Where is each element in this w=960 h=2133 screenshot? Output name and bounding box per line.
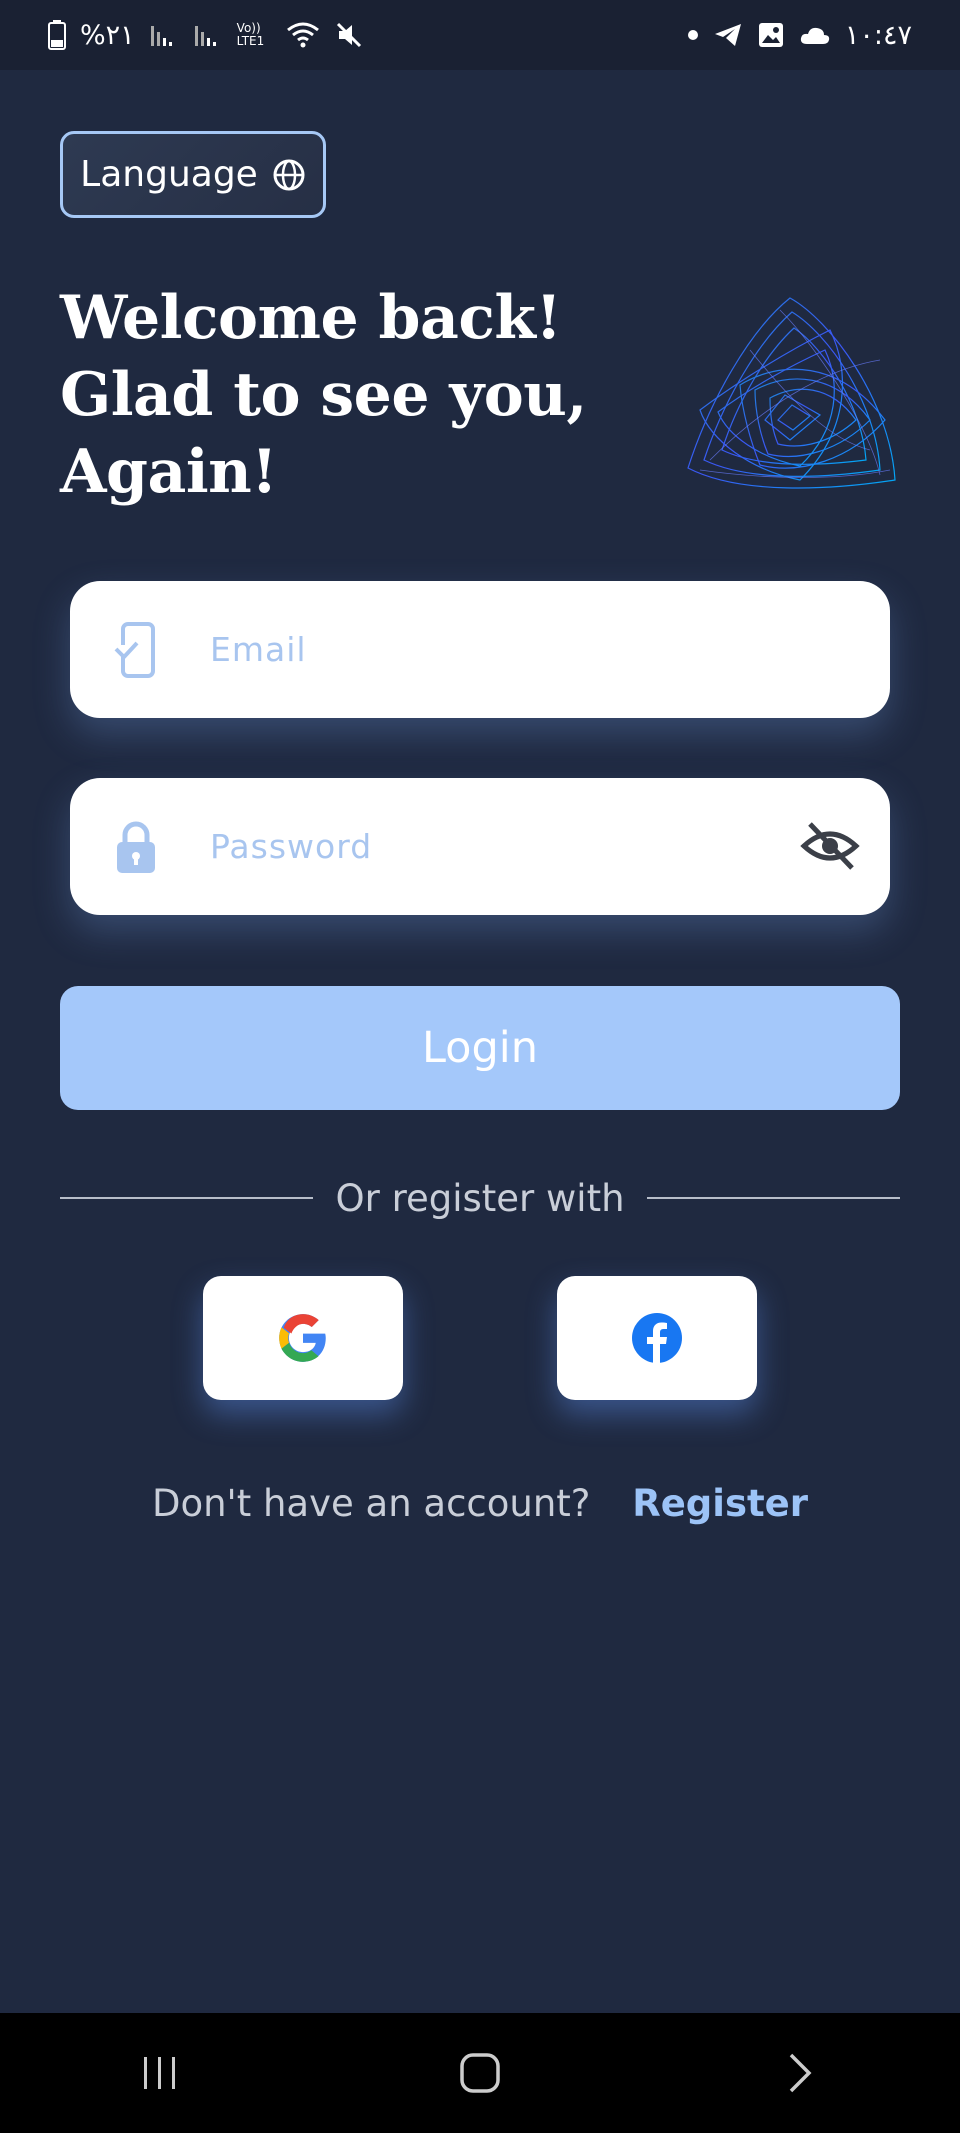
cloud-icon bbox=[799, 24, 831, 46]
email-field-container bbox=[70, 581, 890, 718]
language-label: Language bbox=[80, 154, 258, 195]
telegram-icon bbox=[713, 22, 743, 48]
network-label: Vo)) LTE1 bbox=[236, 21, 265, 48]
status-left: %٢١ Vo)) LTE1 bbox=[48, 20, 363, 51]
google-button[interactable] bbox=[203, 1276, 403, 1400]
back-icon[interactable] bbox=[740, 2023, 860, 2123]
password-field-container bbox=[70, 778, 890, 915]
home-icon[interactable] bbox=[420, 2023, 540, 2123]
email-input[interactable] bbox=[210, 630, 770, 669]
divider-line-left bbox=[60, 1197, 314, 1199]
facebook-icon bbox=[631, 1312, 683, 1364]
recent-apps-icon[interactable] bbox=[100, 2023, 220, 2123]
eye-off-icon[interactable] bbox=[800, 818, 860, 874]
signal-icon bbox=[149, 22, 179, 48]
mute-icon bbox=[335, 21, 363, 49]
dot-icon bbox=[687, 29, 699, 41]
lock-icon bbox=[106, 817, 166, 877]
facebook-button[interactable] bbox=[557, 1276, 757, 1400]
battery-icon bbox=[48, 20, 66, 50]
phone-check-icon bbox=[106, 620, 166, 680]
language-button[interactable]: Language bbox=[60, 131, 326, 218]
status-bar: %٢١ Vo)) LTE1 ١٠:٤٧ bbox=[0, 0, 960, 70]
register-prompt: Don't have an account? Register bbox=[0, 1482, 960, 1525]
divider-line-right bbox=[646, 1197, 901, 1199]
signal-icon-2 bbox=[193, 22, 223, 48]
welcome-heading: Welcome back! Glad to see you, Again! bbox=[60, 283, 587, 507]
battery-percent: %٢١ bbox=[80, 19, 135, 51]
password-input[interactable] bbox=[210, 827, 770, 866]
globe-icon bbox=[272, 158, 306, 192]
divider-text: Or register with bbox=[335, 1176, 625, 1220]
wifi-icon bbox=[285, 20, 321, 50]
gallery-icon bbox=[757, 21, 785, 49]
status-right: ١٠:٤٧ bbox=[687, 20, 912, 51]
app-logo bbox=[680, 290, 905, 500]
google-icon bbox=[277, 1312, 329, 1364]
register-divider: Or register with bbox=[60, 1175, 901, 1221]
register-link[interactable]: Register bbox=[632, 1482, 808, 1525]
register-question: Don't have an account? bbox=[151, 1482, 591, 1525]
login-button[interactable]: Login bbox=[60, 986, 900, 1110]
clock: ١٠:٤٧ bbox=[844, 19, 912, 51]
system-nav-bar bbox=[0, 2013, 960, 2133]
